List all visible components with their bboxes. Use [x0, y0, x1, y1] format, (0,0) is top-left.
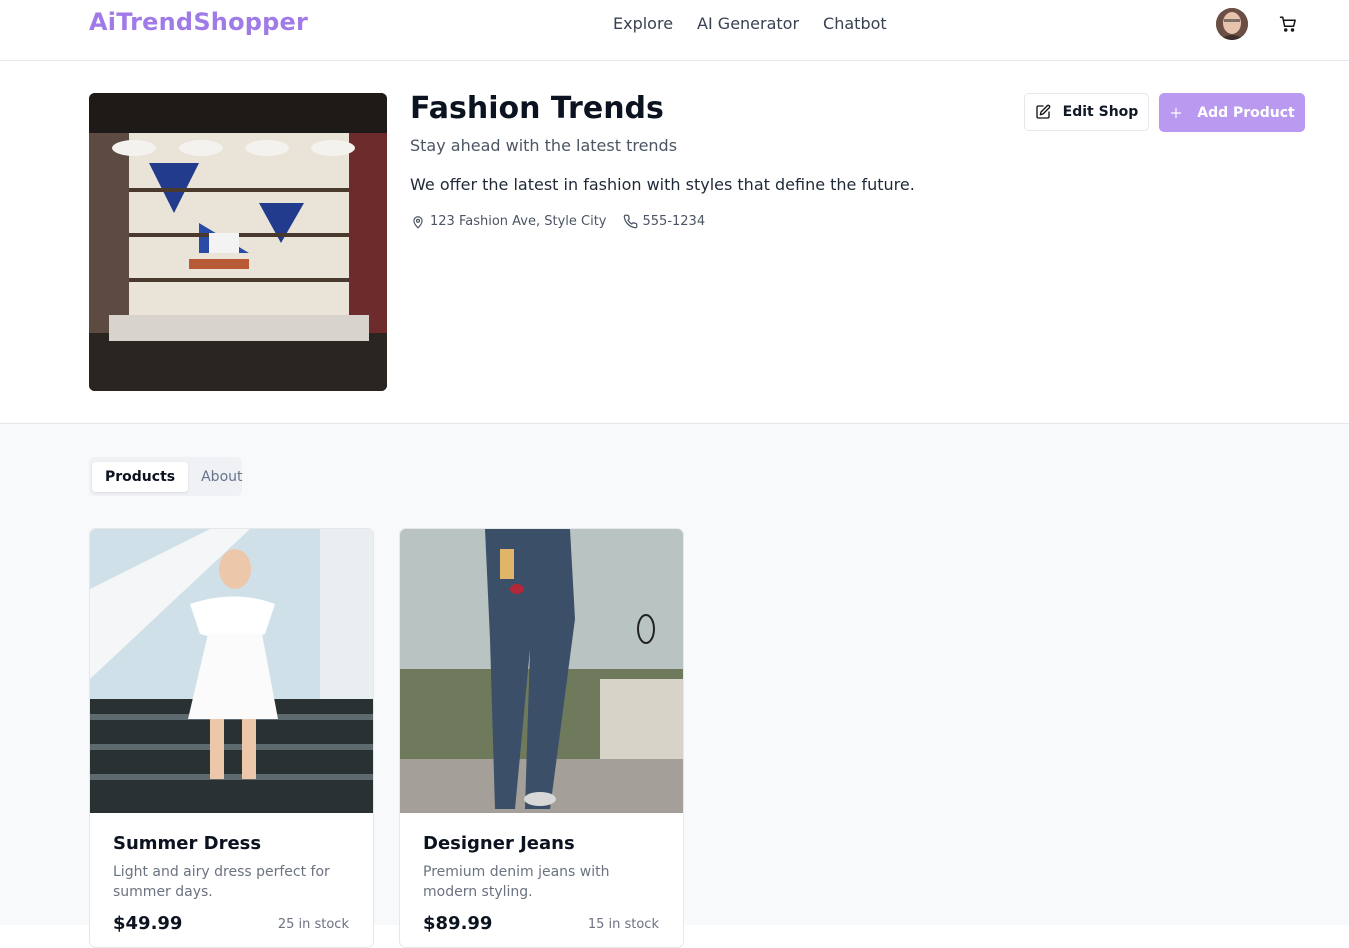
avatar-face-icon: [1216, 8, 1248, 40]
product-image-summer-dress: [90, 529, 373, 813]
brand-logo[interactable]: AiTrendShopper: [89, 8, 308, 36]
product-name: Designer Jeans: [423, 833, 575, 854]
shop-tabs: Products About: [89, 457, 243, 496]
shopping-cart-icon[interactable]: [1279, 15, 1297, 33]
top-navbar: AiTrendShopper Explore AI Generator Chat…: [0, 0, 1349, 61]
map-pin-icon: [413, 215, 423, 229]
product-name: Summer Dress: [113, 833, 262, 854]
shop-subtitle: Stay ahead with the latest trends: [410, 136, 678, 155]
shop-description: We offer the latest in fashion with styl…: [410, 175, 915, 194]
shop-phone-text: 555-1234: [642, 214, 706, 229]
nav-link-chatbot[interactable]: Chatbot: [823, 14, 887, 33]
edit-icon: [1036, 104, 1050, 119]
edit-shop-label: Edit Shop: [1062, 104, 1139, 120]
nav-link-explore[interactable]: Explore: [613, 14, 673, 33]
shop-contact-info: 123 Fashion Ave, Style City 555-1234: [411, 214, 705, 229]
shop-title: Fashion Trends: [410, 91, 664, 126]
nav-links: Explore AI Generator Chatbot: [613, 14, 887, 33]
edit-shop-button[interactable]: Edit Shop: [1024, 93, 1149, 131]
plus-icon: [1170, 107, 1182, 118]
shop-phone: 555-1234: [623, 214, 706, 229]
product-description: Light and airy dress perfect for summer …: [113, 864, 330, 900]
user-avatar[interactable]: [1216, 8, 1248, 40]
product-price: $89.99: [423, 913, 493, 934]
tab-about[interactable]: About: [188, 462, 255, 492]
shop-address-text: 123 Fashion Ave, Style City: [430, 214, 607, 229]
product-card-designer-jeans[interactable]: Designer Jeans Premium denim jeans with …: [399, 528, 684, 948]
store-interior-image: [89, 93, 387, 391]
shop-image: [89, 93, 387, 391]
shop-header: Fashion Trends Stay ahead with the lates…: [0, 61, 1349, 424]
tab-products[interactable]: Products: [92, 461, 189, 492]
product-description: Premium denim jeans with modern styling.: [423, 864, 610, 900]
shop-address: 123 Fashion Ave, Style City: [411, 214, 607, 229]
add-product-button[interactable]: Add Product: [1159, 93, 1305, 132]
nav-link-ai-generator[interactable]: AI Generator: [697, 14, 799, 33]
phone-icon: [623, 214, 637, 229]
product-image-designer-jeans: [400, 529, 683, 813]
product-price: $49.99: [113, 913, 183, 934]
shop-content: Products About Summer Dress Light and ai…: [0, 424, 1349, 948]
product-card-summer-dress[interactable]: Summer Dress Light and airy dress perfec…: [89, 528, 374, 948]
add-product-label: Add Product: [1197, 104, 1295, 121]
